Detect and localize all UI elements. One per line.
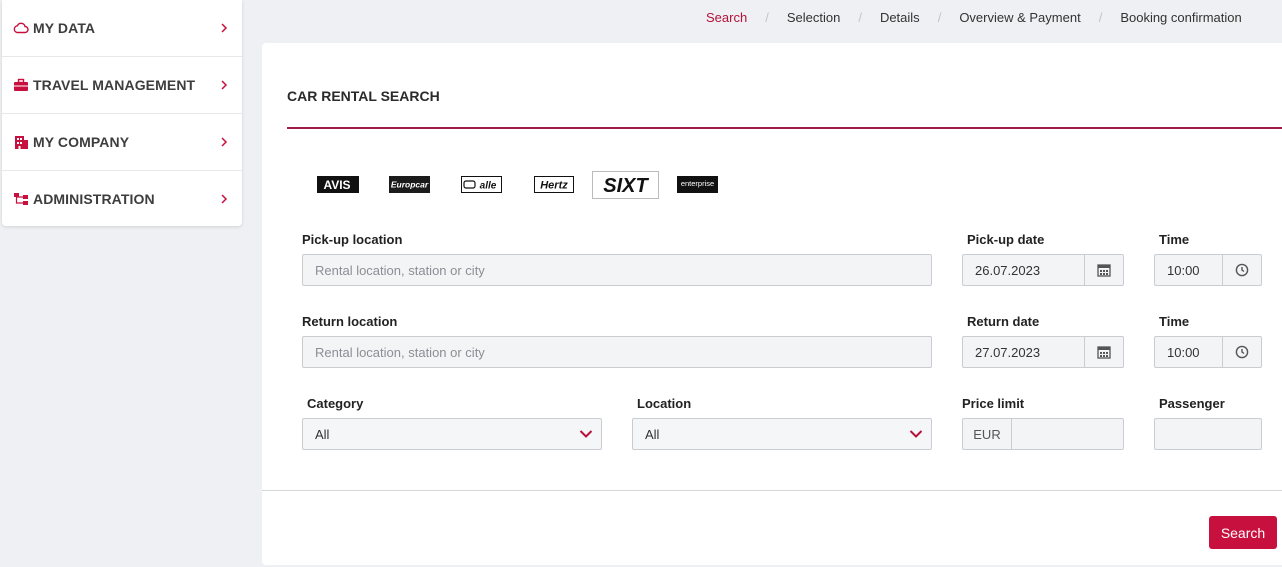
title-divider (287, 127, 1282, 129)
sixt-logo-text: SIXT (603, 175, 649, 197)
cloud-icon (13, 22, 29, 34)
chevron-down-icon (909, 430, 923, 438)
breadcrumb-separator: / (765, 9, 769, 25)
sidebar-nav: MY DATA TRAVEL MANAGEMENT MY COMPANY ADM… (2, 0, 242, 226)
return-date-label: Return date (967, 314, 1040, 329)
pickup-time-clock-button[interactable] (1222, 255, 1261, 285)
category-selected-value: All (315, 427, 330, 442)
breadcrumb-step-details[interactable]: Details (880, 10, 920, 25)
calendar-icon (1097, 264, 1111, 277)
breadcrumb-step-booking-confirmation[interactable]: Booking confirmation (1120, 10, 1241, 25)
sidebar-item-my-company[interactable]: MY COMPANY (2, 114, 242, 171)
hertz-logo-text: Hertz (540, 180, 568, 192)
alle-logo-text: alle (480, 181, 497, 192)
sidebar-item-my-data[interactable]: MY DATA (2, 0, 242, 57)
hertz-logo[interactable]: Hertz (534, 176, 574, 193)
passenger-input[interactable] (1155, 419, 1261, 449)
pickup-time-field (1154, 254, 1262, 286)
calendar-icon (1097, 346, 1111, 359)
breadcrumb-step-search[interactable]: Search (706, 10, 747, 25)
page-title: CAR RENTAL SEARCH (287, 88, 440, 104)
enterprise-logo-text: enterprise (681, 179, 714, 188)
sidebar-item-travel-management[interactable]: TRAVEL MANAGEMENT (2, 57, 242, 114)
car-rental-search-card: CAR RENTAL SEARCH AVIS Europcar alle Her… (262, 43, 1282, 565)
pickup-date-calendar-button[interactable] (1084, 255, 1123, 285)
return-location-label: Return location (302, 314, 398, 329)
return-time-input[interactable] (1155, 337, 1225, 367)
sitemap-icon (14, 193, 28, 205)
location-select[interactable]: All (632, 418, 932, 450)
form-footer-divider (262, 490, 1282, 491)
pickup-location-label: Pick-up location (302, 232, 403, 247)
return-date-input[interactable] (963, 337, 1087, 367)
return-location-field (302, 336, 932, 368)
enterprise-logo[interactable]: enterprise (677, 176, 718, 193)
return-time-clock-button[interactable] (1222, 337, 1261, 367)
passenger-field (1154, 418, 1262, 450)
return-time-field (1154, 336, 1262, 368)
chevron-right-icon (221, 80, 228, 90)
clock-icon (1235, 263, 1249, 277)
location-label: Location (637, 396, 692, 411)
sidebar-item-label: MY COMPANY (33, 134, 130, 150)
europcar-logo[interactable]: Europcar (389, 176, 430, 193)
europcar-logo-text: Europcar (391, 180, 429, 190)
pickup-location-input[interactable] (303, 255, 931, 285)
price-limit-label: Price limit (962, 396, 1025, 411)
breadcrumb-step-selection[interactable]: Selection (787, 10, 840, 25)
pickup-time-input[interactable] (1155, 255, 1225, 285)
return-date-calendar-button[interactable] (1084, 337, 1123, 367)
pickup-date-label: Pick-up date (967, 232, 1045, 247)
pickup-date-field (962, 254, 1124, 286)
sidebar-item-label: ADMINISTRATION (33, 191, 155, 207)
passenger-label: Passenger (1159, 396, 1225, 411)
return-time-label: Time (1159, 314, 1190, 329)
clock-icon (1235, 345, 1249, 359)
pickup-date-input[interactable] (963, 255, 1087, 285)
breadcrumb-separator: / (1098, 9, 1103, 25)
pickup-location-field (302, 254, 932, 286)
category-label: Category (307, 396, 364, 411)
breadcrumb-step-overview-payment[interactable]: Overview & Payment (959, 10, 1080, 25)
location-selected-value: All (645, 427, 660, 442)
pickup-time-label: Time (1159, 232, 1190, 247)
breadcrumb-separator: / (858, 9, 862, 25)
alle-logo[interactable]: alle (461, 176, 502, 193)
building-icon (15, 136, 28, 149)
category-select[interactable]: All (302, 418, 602, 450)
chevron-right-icon (221, 194, 228, 204)
avis-logo-text: AVIS (323, 178, 350, 192)
breadcrumb-separator: / (937, 9, 942, 25)
search-button[interactable]: Search (1209, 516, 1277, 549)
sidebar-item-label: MY DATA (33, 20, 96, 36)
return-location-input[interactable] (303, 337, 931, 367)
avis-logo[interactable]: AVIS (317, 176, 359, 193)
chevron-down-icon (579, 430, 593, 438)
currency-prefix: EUR (963, 419, 1012, 449)
price-limit-input[interactable] (1012, 419, 1124, 449)
briefcase-icon (14, 78, 28, 91)
chevron-right-icon (221, 23, 228, 33)
price-limit-field: EUR (962, 418, 1124, 450)
return-date-field (962, 336, 1124, 368)
sixt-logo[interactable]: SIXT (592, 171, 659, 199)
breadcrumb: Search / Selection / Details / Overview … (706, 8, 1242, 26)
chevron-right-icon (221, 137, 228, 147)
sidebar-item-label: TRAVEL MANAGEMENT (33, 77, 196, 93)
sidebar-item-administration[interactable]: ADMINISTRATION (2, 171, 242, 227)
